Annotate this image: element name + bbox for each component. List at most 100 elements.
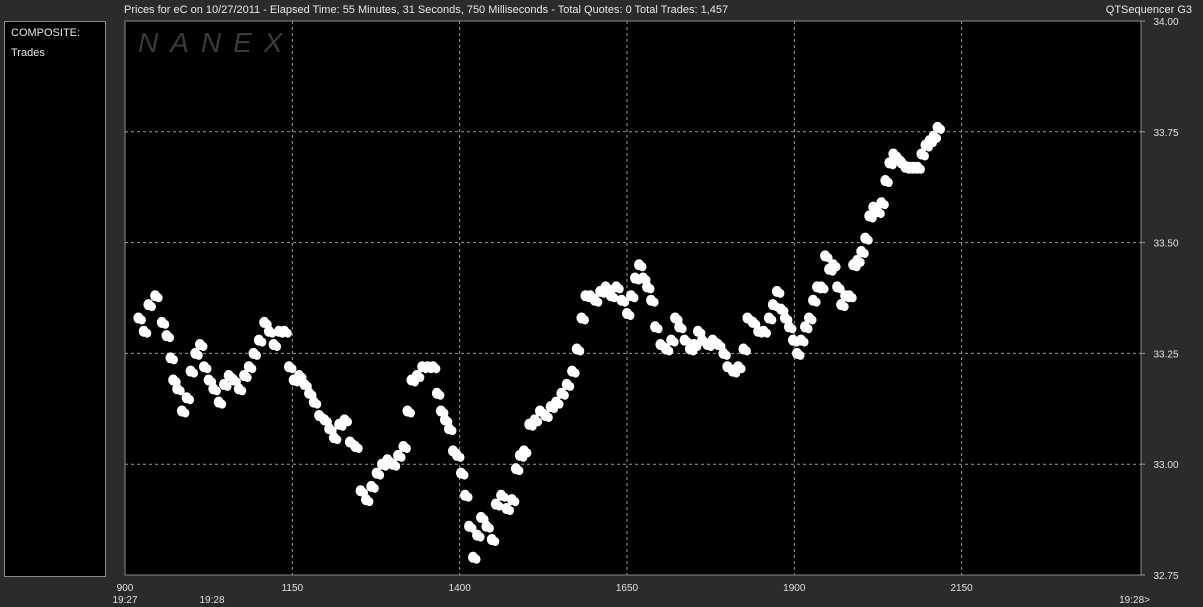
trade-point <box>436 390 445 400</box>
trade-point <box>768 315 777 325</box>
trade-point <box>670 337 679 347</box>
trade-point <box>203 364 212 374</box>
x-tick-label: 1400 <box>449 583 472 594</box>
trade-point <box>181 408 190 418</box>
trade-point <box>737 364 746 374</box>
trade-point <box>763 328 772 338</box>
trade-point <box>937 124 946 134</box>
x-axis: 900 1150 1400 1650 1900 2150 19:27 19:28 19:28> <box>112 583 1150 606</box>
trade-point <box>560 390 569 400</box>
trade-point <box>884 178 893 188</box>
trade-point <box>534 417 543 427</box>
trade-point <box>464 492 473 502</box>
x-tick-label: 2150 <box>951 583 974 594</box>
trade-point <box>190 368 199 378</box>
trade-point <box>448 426 457 436</box>
time-label: 19:27 <box>112 595 137 606</box>
y-axis: 32.75 33.00 33.25 33.50 33.75 34.00 <box>1141 17 1179 582</box>
trade-point <box>273 342 282 352</box>
y-tick-label: 33.75 <box>1153 128 1178 139</box>
trade-point <box>515 466 524 476</box>
trade-point <box>832 262 841 272</box>
x-tick-label: 1900 <box>783 583 806 594</box>
trade-point <box>243 373 252 383</box>
trade-point <box>638 262 647 272</box>
trade-point <box>788 324 797 334</box>
trade-point <box>856 257 865 267</box>
trade-point <box>646 284 655 294</box>
trade-point <box>654 324 663 334</box>
trade-point <box>472 554 481 564</box>
trade-point <box>460 470 469 480</box>
trade-point <box>485 523 494 533</box>
trade-point <box>544 412 553 422</box>
trade-point <box>580 315 589 325</box>
trade-point <box>288 364 297 374</box>
trade-point <box>258 337 267 347</box>
trade-point <box>333 435 342 445</box>
trade-point <box>776 288 785 298</box>
trade-point <box>678 324 687 334</box>
trade-point <box>370 483 379 493</box>
trade-point <box>812 297 821 307</box>
trade-point <box>576 346 585 356</box>
trade-point <box>476 532 485 542</box>
trade-point <box>820 284 829 294</box>
trade-point <box>365 497 374 507</box>
trade-point <box>218 399 227 409</box>
trade-point <box>238 386 247 396</box>
trade-point <box>594 297 603 307</box>
x-tick-label: 1650 <box>616 583 639 594</box>
trade-point <box>808 315 817 325</box>
y-tick-label: 33.25 <box>1153 349 1178 360</box>
trade-point <box>253 350 262 360</box>
trade-point <box>880 200 889 210</box>
trade-point <box>840 302 849 312</box>
trade-point <box>804 324 813 334</box>
trade-point <box>615 284 624 294</box>
trade-point <box>397 452 406 462</box>
time-label: 19:28 <box>199 595 224 606</box>
trade-point <box>566 381 575 391</box>
trade-point <box>194 350 203 360</box>
trade-point <box>376 470 385 480</box>
trade-point <box>491 537 500 547</box>
time-label: 19:28> <box>1119 595 1150 606</box>
trade-point <box>283 328 292 338</box>
trade-point <box>555 399 564 409</box>
trade-point <box>722 350 731 360</box>
trade-point <box>665 346 674 356</box>
trade-point <box>626 311 635 321</box>
trade-point <box>248 364 257 374</box>
trade-point <box>402 443 411 453</box>
trade-point <box>916 164 925 174</box>
y-tick-label: 33.50 <box>1153 239 1178 250</box>
trade-point <box>742 346 751 356</box>
trade-point <box>571 368 580 378</box>
trade-point <box>523 448 532 458</box>
trade-point <box>920 151 929 161</box>
trade-point <box>933 133 942 143</box>
trade-point <box>212 386 221 396</box>
y-tick-label: 33.00 <box>1153 460 1178 471</box>
x-tick-label: 900 <box>117 583 134 594</box>
trade-point <box>416 373 425 383</box>
trade-point <box>848 293 857 303</box>
trade-point <box>800 337 809 347</box>
trade-point <box>344 417 353 427</box>
trade-point <box>630 293 639 303</box>
trade-point <box>432 364 441 374</box>
trade-point <box>511 497 520 507</box>
price-chart[interactable]: NANEX 32.75 33.00 33.25 33.50 33.75 34.00 900… <box>0 0 1203 607</box>
y-tick-label: 34.00 <box>1153 17 1178 28</box>
trade-point <box>137 315 146 325</box>
trade-point <box>456 452 465 462</box>
trade-point <box>199 342 208 352</box>
trade-point <box>170 355 179 365</box>
y-tick-label: 32.75 <box>1153 571 1178 582</box>
trade-point <box>406 408 415 418</box>
trade-point <box>161 319 170 329</box>
nanex-watermark: NANEX <box>138 27 294 58</box>
trade-point <box>392 461 401 471</box>
trade-point <box>143 328 152 338</box>
